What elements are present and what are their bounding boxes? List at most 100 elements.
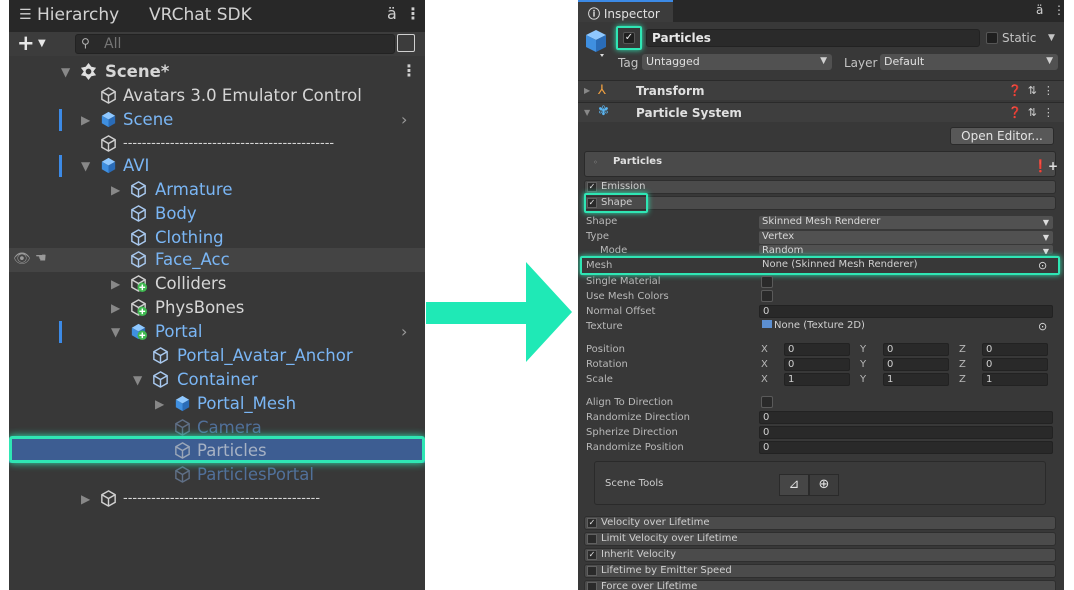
- scene-visibility-icon[interactable]: [397, 34, 415, 52]
- hierarchy-list-icon: ☰: [19, 7, 32, 23]
- tree-row[interactable]: ▶ Armature: [9, 178, 425, 202]
- layer-dropdown[interactable]: Default ▼: [880, 54, 1058, 70]
- object-picker-icon[interactable]: ⊙: [1038, 320, 1047, 333]
- particle-system-header[interactable]: ◦ Particles ❗+: [584, 151, 1058, 177]
- rotation-x-field[interactable]: 0: [784, 358, 850, 371]
- module-checkbox[interactable]: ✓: [587, 518, 597, 528]
- tree-row[interactable]: ----------------------------------------…: [9, 132, 425, 156]
- module-checkbox[interactable]: [587, 566, 597, 576]
- tree-row[interactable]: Body: [9, 202, 425, 226]
- tree-row[interactable]: ▶ Scene ›: [9, 108, 425, 132]
- expand-arrow-icon[interactable]: ▶: [155, 397, 164, 411]
- expand-arrow-icon[interactable]: ▼: [133, 373, 142, 387]
- module-emission[interactable]: ✓ Emission: [584, 180, 1056, 194]
- module-checkbox[interactable]: [587, 534, 597, 544]
- single-material-checkbox[interactable]: [761, 276, 773, 288]
- static-checkbox[interactable]: [986, 32, 998, 44]
- chevron-right-icon[interactable]: ›: [401, 322, 407, 341]
- tab-vrchat-sdk[interactable]: VRChat SDK: [149, 5, 252, 25]
- tree-row[interactable]: Avatars 3.0 Emulator Control: [9, 84, 425, 108]
- tree-row[interactable]: ParticlesPortal: [9, 463, 425, 487]
- component-icons[interactable]: ❓⇅⋮: [1008, 84, 1060, 97]
- lock-icon[interactable]: ä: [1036, 3, 1043, 17]
- position-y-field[interactable]: 0: [883, 343, 949, 356]
- position-z-field[interactable]: 0: [982, 343, 1048, 356]
- row-menu-icon[interactable]: ⋮: [401, 61, 417, 80]
- module-checkbox[interactable]: [587, 582, 597, 590]
- eye-visibility-icon[interactable]: 👁: [13, 251, 31, 267]
- type-dropdown[interactable]: Vertex ▼: [759, 231, 1053, 244]
- add-object-button[interactable]: +: [17, 32, 35, 54]
- module-shape[interactable]: ✓ Shape: [584, 196, 1056, 210]
- gameobject-icon: [153, 347, 168, 364]
- mode-dropdown[interactable]: Random ▼: [759, 245, 1053, 254]
- expand-arrow-icon[interactable]: ▶: [111, 277, 120, 291]
- tree-row[interactable]: Portal_Avatar_Anchor: [9, 344, 425, 368]
- expand-arrow-icon[interactable]: ▶: [81, 492, 90, 506]
- tree-row[interactable]: ▼ AVI: [9, 154, 425, 178]
- randomize-position-field[interactable]: 0: [759, 441, 1053, 454]
- right-arrow-icon: [426, 262, 572, 362]
- position-x-field[interactable]: 0: [784, 343, 850, 356]
- texture-object-field[interactable]: None (Texture 2D): [759, 320, 1053, 333]
- tree-row[interactable]: ▼ Container: [9, 368, 425, 392]
- module-limit-velocity[interactable]: Limit Velocity over Lifetime: [584, 532, 1056, 546]
- module-inherit-velocity[interactable]: ✓ Inherit Velocity: [584, 548, 1056, 562]
- expand-arrow-icon[interactable]: ▼: [81, 159, 90, 173]
- scale-x-field[interactable]: 1: [784, 373, 850, 386]
- normal-offset-field[interactable]: 0: [759, 305, 1053, 318]
- tab-inspector[interactable]: ⓘ Inspector: [578, 0, 673, 22]
- gameobject-icon: [131, 181, 146, 198]
- scale-z-field[interactable]: 1: [982, 373, 1048, 386]
- tree-row-hovered[interactable]: 👁 ☚ Face_Acc: [9, 248, 425, 272]
- module-velocity-over-lifetime[interactable]: ✓ Velocity over Lifetime: [584, 516, 1056, 530]
- use-mesh-colors-checkbox[interactable]: [761, 290, 773, 302]
- add-module-icon[interactable]: ❗+: [1033, 159, 1058, 173]
- tree-label: Clothing: [155, 228, 224, 247]
- module-force-over-lifetime[interactable]: Force over Lifetime: [584, 580, 1056, 590]
- open-editor-button[interactable]: Open Editor...: [950, 127, 1054, 145]
- tree-row[interactable]: ▶ Portal_Mesh: [9, 392, 425, 416]
- expand-arrow-icon[interactable]: ▶: [111, 301, 120, 315]
- module-lifetime-by-emitter-speed[interactable]: Lifetime by Emitter Speed: [584, 564, 1056, 578]
- hierarchy-search[interactable]: ⚲: [75, 34, 395, 54]
- edit-shape-tool-button[interactable]: ⊿: [779, 474, 809, 496]
- expand-arrow-icon[interactable]: ▶: [584, 86, 590, 95]
- expand-arrow-icon[interactable]: ▼: [584, 108, 590, 117]
- shape-dropdown[interactable]: Skinned Mesh Renderer ▼: [759, 216, 1053, 229]
- spherize-direction-field[interactable]: 0: [759, 426, 1053, 439]
- component-header-particle-system[interactable]: ▼ ✾ Particle System ❓⇅⋮: [578, 102, 1064, 122]
- expand-arrow-icon[interactable]: ▶: [111, 183, 120, 197]
- tree-row[interactable]: ▶ --------------------------------------…: [9, 487, 425, 511]
- tree-row-scene-root[interactable]: ▼ Scene* ⋮: [9, 60, 425, 84]
- pick-hand-icon[interactable]: ☚: [35, 251, 47, 266]
- expand-arrow-icon[interactable]: ▶: [81, 113, 90, 127]
- tree-row[interactable]: ▶ Colliders: [9, 272, 425, 296]
- chevron-right-icon[interactable]: ›: [401, 110, 407, 129]
- component-icons[interactable]: ❓⇅⋮: [1008, 106, 1060, 119]
- rotation-y-field[interactable]: 0: [883, 358, 949, 371]
- randomize-direction-field[interactable]: 0: [759, 411, 1053, 424]
- menu-icon[interactable]: ⋮: [1053, 3, 1064, 17]
- component-header-transform[interactable]: ▶ ⅄ Transform ❓⇅⋮: [578, 80, 1064, 100]
- tab-hierarchy[interactable]: Hierarchy: [37, 5, 119, 25]
- lock-icon[interactable]: ä: [387, 4, 397, 23]
- expand-arrow-icon[interactable]: ▼: [111, 325, 120, 339]
- scale-y-field[interactable]: 1: [883, 373, 949, 386]
- tree-row[interactable]: ▶ PhysBones: [9, 296, 425, 320]
- expand-arrow-icon[interactable]: ▼: [61, 65, 70, 79]
- tag-dropdown[interactable]: Untagged ▼: [642, 54, 832, 70]
- gameobject-cube-icon[interactable]: [584, 28, 610, 58]
- chevron-down-icon[interactable]: ▼: [1048, 33, 1055, 43]
- tree-row[interactable]: ▼ Portal ›: [9, 320, 425, 344]
- chevron-down-icon[interactable]: ▼: [38, 38, 46, 49]
- search-input[interactable]: [104, 35, 384, 53]
- align-direction-checkbox[interactable]: [761, 396, 773, 408]
- gameobject-name-field[interactable]: Particles: [646, 29, 980, 47]
- rotation-z-field[interactable]: 0: [982, 358, 1048, 371]
- module-checkbox[interactable]: ✓: [587, 550, 597, 560]
- module-checkbox[interactable]: ✓: [587, 182, 597, 192]
- gizmo-tool-button[interactable]: ⊕: [809, 474, 839, 496]
- menu-icon[interactable]: ⋮: [405, 4, 421, 23]
- tree-row[interactable]: Clothing: [9, 226, 425, 250]
